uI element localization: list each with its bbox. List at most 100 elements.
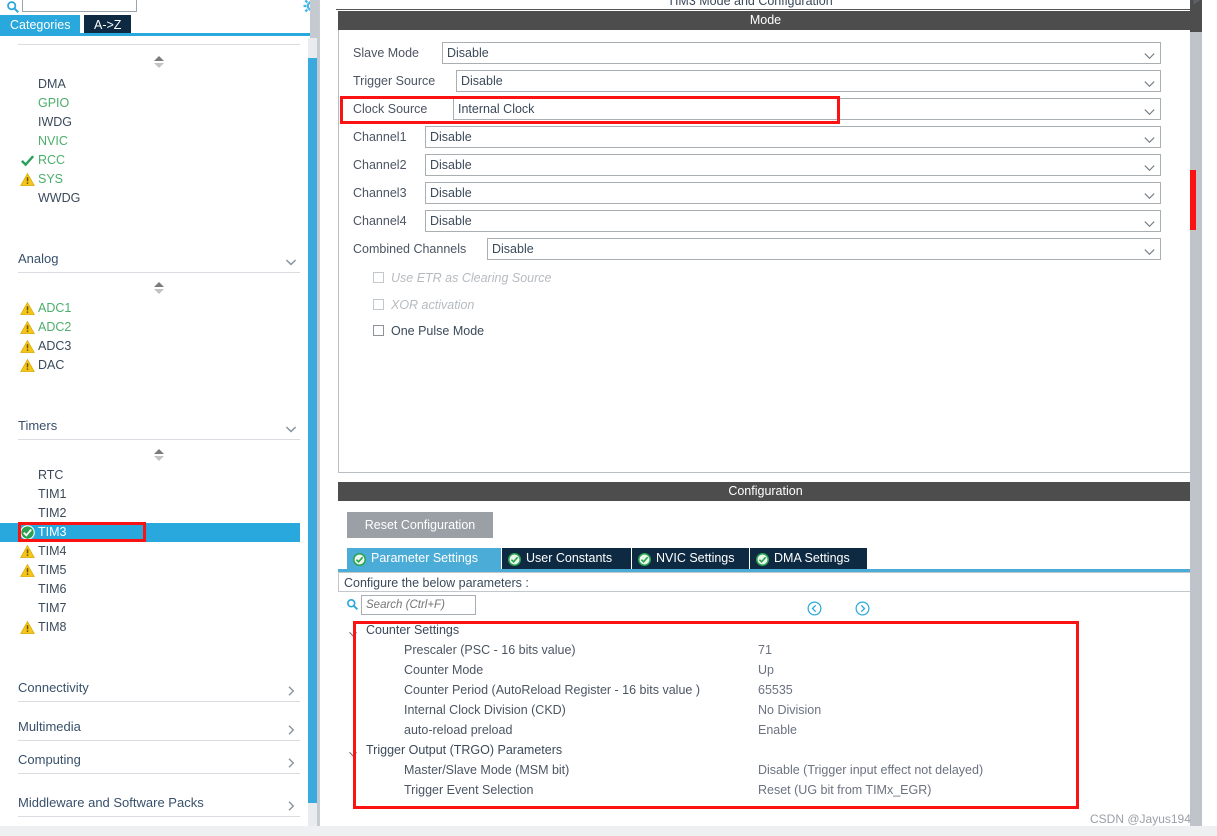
- channel3-select[interactable]: Disable: [425, 182, 1161, 204]
- tree-row-master-slave-mode[interactable]: Master/Slave Mode (MSM bit) Disable (Tri…: [338, 760, 1193, 780]
- tab-a-to-z[interactable]: A->Z: [84, 15, 132, 35]
- group-header-timers[interactable]: Timers: [18, 413, 300, 440]
- nav-prev-icon[interactable]: [807, 601, 822, 616]
- field-trigger-source: Trigger Source Disable: [353, 70, 1173, 92]
- search-icon: [6, 0, 20, 14]
- sidebar-item-label: DMA: [38, 77, 66, 91]
- tree-row-auto-reload-preload[interactable]: auto-reload preload Enable: [338, 720, 1193, 740]
- group-header-analog[interactable]: Analog: [18, 246, 300, 273]
- checkbox-xor-activation[interactable]: XOR activation: [373, 296, 773, 314]
- sidebar-item-sys[interactable]: SYS: [0, 170, 300, 189]
- channel1-select[interactable]: Disable: [425, 126, 1161, 148]
- bottom-strip: [0, 826, 1217, 836]
- sidebar-item-tim4[interactable]: TIM4: [0, 542, 300, 561]
- tree-row-trigger-event-selection[interactable]: Trigger Event Selection Reset (UG bit fr…: [338, 780, 1193, 800]
- sidebar-item-label: TIM1: [38, 487, 67, 501]
- tree-row-counter-mode[interactable]: Counter Mode Up: [338, 660, 1193, 680]
- chevron-down-icon: [1144, 105, 1155, 116]
- sidebar-item-dac[interactable]: DAC: [0, 356, 300, 375]
- channel2-select[interactable]: Disable: [425, 154, 1161, 176]
- tree-row-internal-clock-division[interactable]: Internal Clock Division (CKD) No Divisio…: [338, 700, 1193, 720]
- group0-spinner[interactable]: [153, 56, 165, 69]
- check-circle-icon: [353, 552, 366, 566]
- checkbox-box[interactable]: [373, 325, 384, 336]
- sidebar-item-tim5[interactable]: TIM5: [0, 561, 300, 580]
- field-channel2: Channel2 Disable: [353, 154, 1173, 176]
- sidebar-item-label: GPIO: [38, 96, 70, 110]
- tab-user-constants[interactable]: User Constants: [502, 548, 632, 569]
- sidebar-scrollbar-thumb[interactable]: [308, 58, 317, 803]
- channel4-select[interactable]: Disable: [425, 210, 1161, 232]
- sidebar-item-tim6[interactable]: TIM6: [0, 580, 300, 599]
- sidebar-item-dma[interactable]: DMA: [0, 75, 300, 94]
- chevron-down-icon[interactable]: [348, 745, 358, 757]
- slave-mode-select[interactable]: Disable: [442, 42, 1161, 64]
- sidebar-item-label: RTC: [38, 468, 64, 482]
- param-label: Trigger Event Selection: [404, 783, 534, 797]
- param-label: auto-reload preload: [404, 723, 513, 737]
- search-input[interactable]: [23, 0, 136, 11]
- tree-row-prescaler[interactable]: Prescaler (PSC - 16 bits value) 71: [338, 640, 1193, 660]
- sidebar-item-label: IWDG: [38, 115, 73, 129]
- field-slave-mode: Slave Mode Disable: [353, 42, 1173, 64]
- parameter-search-input[interactable]: [362, 596, 475, 614]
- group-label: Computing: [18, 752, 81, 767]
- checkbox-box[interactable]: [373, 272, 384, 283]
- nav-next-icon[interactable]: [855, 601, 870, 616]
- select-value: Disable: [430, 186, 472, 200]
- sidebar-item-tim3[interactable]: TIM3: [0, 523, 300, 542]
- sidebar-item-tim2[interactable]: TIM2: [0, 504, 300, 523]
- group-header-connectivity[interactable]: Connectivity: [18, 675, 300, 702]
- pane-scrollbar-marker: [1190, 170, 1196, 230]
- timers-spinner[interactable]: [153, 449, 165, 462]
- reset-configuration-button[interactable]: Reset Configuration: [347, 512, 493, 538]
- chevron-down-icon[interactable]: [348, 625, 358, 637]
- field-combined-channels: Combined Channels Disable: [353, 238, 1173, 260]
- analog-spinner[interactable]: [153, 282, 165, 295]
- warning-icon: [20, 339, 35, 354]
- tab-nvic-settings[interactable]: NVIC Settings: [632, 548, 750, 569]
- sidebar-item-gpio[interactable]: GPIO: [0, 94, 300, 113]
- tree-group-trigger-output[interactable]: Trigger Output (TRGO) Parameters: [338, 740, 1217, 760]
- sidebar-item-label: TIM6: [38, 582, 67, 596]
- tab-categories[interactable]: Categories: [0, 15, 81, 35]
- sidebar-item-tim7[interactable]: TIM7: [0, 599, 300, 618]
- sidebar-item-rtc[interactable]: RTC: [0, 466, 300, 485]
- trigger-source-select[interactable]: Disable: [456, 70, 1161, 92]
- tree-row-counter-period[interactable]: Counter Period (AutoReload Register - 16…: [338, 680, 1193, 700]
- clock-source-select[interactable]: Internal Clock: [453, 98, 1161, 120]
- pane-scrollbar-rail[interactable]: [1190, 0, 1202, 836]
- tab-dma-settings[interactable]: DMA Settings: [750, 548, 868, 569]
- sidebar-item-label: TIM3: [38, 525, 67, 539]
- sidebar-item-adc1[interactable]: ADC1: [0, 299, 300, 318]
- sidebar-item-label: RCC: [38, 153, 66, 167]
- sidebar-item-tim1[interactable]: TIM1: [0, 485, 300, 504]
- field-label: Channel4: [353, 214, 407, 228]
- combined-channels-select[interactable]: Disable: [487, 238, 1161, 260]
- checkbox-use-etr-clearing-source[interactable]: Use ETR as Clearing Source: [373, 269, 773, 287]
- sidebar-item-adc2[interactable]: ADC2: [0, 318, 300, 337]
- sidebar-item-tim8[interactable]: TIM8: [0, 618, 300, 637]
- parameter-search-box[interactable]: [361, 595, 476, 615]
- sidebar-item-wwdg[interactable]: WWDG: [0, 189, 300, 208]
- select-value: Disable: [492, 242, 534, 256]
- chevron-down-icon: [1144, 49, 1155, 60]
- sidebar-item-rcc[interactable]: RCC: [0, 151, 300, 170]
- group-header-middleware[interactable]: Middleware and Software Packs: [18, 790, 300, 817]
- group-header-multimedia[interactable]: Multimedia: [18, 714, 300, 741]
- checkbox-one-pulse-mode[interactable]: One Pulse Mode: [373, 322, 773, 340]
- sidebar-item-adc3[interactable]: ADC3: [0, 337, 300, 356]
- tab-underline: [0, 33, 319, 36]
- warning-icon: [20, 563, 35, 578]
- cubemx-window: Categories A->Z DMA GPIO IWDG NVIC RCC S…: [0, 0, 1217, 836]
- tab-parameter-settings[interactable]: Parameter Settings: [347, 548, 502, 569]
- sidebar-item-iwdg[interactable]: IWDG: [0, 113, 300, 132]
- group-header-computing[interactable]: Computing: [18, 747, 300, 774]
- scroll-up-arrow-icon[interactable]: [1191, 0, 1202, 6]
- sidebar-search-box[interactable]: [22, 0, 137, 12]
- tree-group-counter-settings[interactable]: Counter Settings: [338, 620, 1217, 640]
- sidebar-item-nvic[interactable]: NVIC: [0, 132, 300, 151]
- checkbox-box[interactable]: [373, 299, 384, 310]
- checkbox-label: One Pulse Mode: [391, 324, 485, 338]
- parameter-tree: Counter Settings Prescaler (PSC - 16 bit…: [338, 620, 1193, 810]
